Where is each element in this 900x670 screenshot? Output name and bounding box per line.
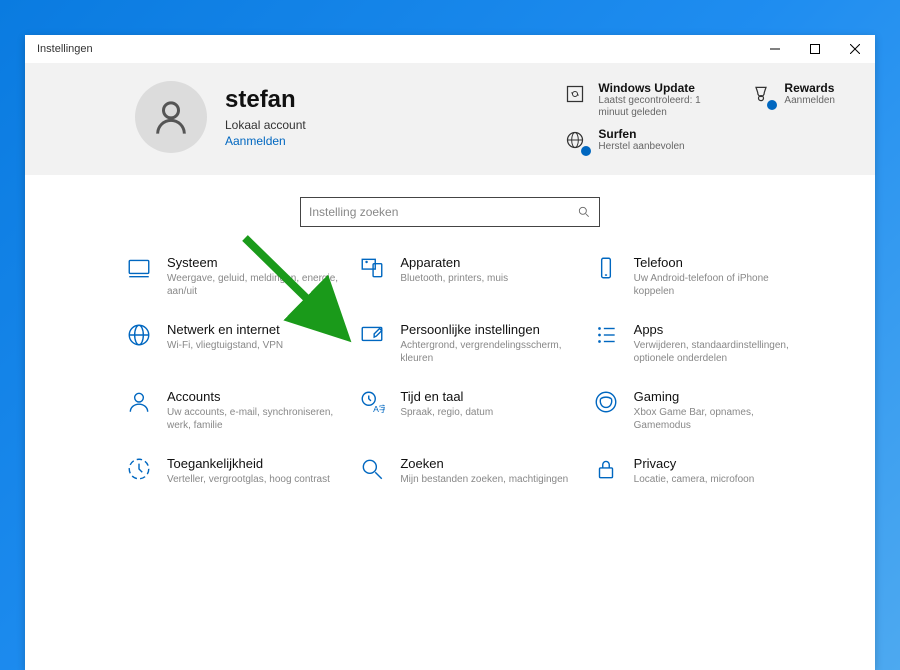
- notification-dot: [767, 100, 777, 110]
- category-desc: Verteller, vergrootglas, hoog contrast: [167, 473, 330, 486]
- minimize-button[interactable]: [755, 35, 795, 63]
- category-title: Systeem: [167, 255, 345, 270]
- apps-icon: [592, 322, 620, 365]
- category-desc: Xbox Game Bar, opnames, Gamemodus: [634, 406, 812, 432]
- category-desc: Mijn bestanden zoeken, machtigingen: [400, 473, 568, 486]
- category-apparaten[interactable]: Apparaten Bluetooth, printers, muis: [358, 255, 578, 298]
- window-controls: [755, 35, 875, 63]
- avatar: [135, 81, 207, 153]
- network-icon: [125, 322, 153, 365]
- phone-icon: [592, 255, 620, 298]
- category-netwerk[interactable]: Netwerk en internet Wi-Fi, vliegtuigstand…: [125, 322, 345, 365]
- category-apps[interactable]: Apps Verwijderen, standaardinstellingen, …: [592, 322, 812, 365]
- category-tijd-en-taal[interactable]: A字 Tijd en taal Spraak, regio, datum: [358, 389, 578, 432]
- categories-grid: Systeem Weergave, geluid, meldingen, ener…: [25, 235, 875, 486]
- category-title: Netwerk en internet: [167, 322, 283, 337]
- category-title: Zoeken: [400, 456, 568, 471]
- search-category-icon: [358, 456, 386, 486]
- accounts-icon: [125, 389, 153, 432]
- category-title: Gaming: [634, 389, 812, 404]
- category-title: Privacy: [634, 456, 755, 471]
- category-title: Apparaten: [400, 255, 508, 270]
- category-telefoon[interactable]: Telefoon Uw Android-telefoon of iPhone ko…: [592, 255, 812, 298]
- user-block: stefan Lokaal account Aanmelden: [135, 81, 306, 153]
- category-title: Accounts: [167, 389, 345, 404]
- tile-windows-update[interactable]: Windows Update Laatst gecontroleerd: 1 m…: [562, 81, 718, 119]
- system-icon: [125, 255, 153, 298]
- notification-dot: [581, 146, 591, 156]
- titlebar: Instellingen: [25, 35, 875, 63]
- category-zoeken[interactable]: Zoeken Mijn bestanden zoeken, machtiginge…: [358, 456, 578, 486]
- category-title: Telefoon: [634, 255, 812, 270]
- category-privacy[interactable]: Privacy Locatie, camera, microfoon: [592, 456, 812, 486]
- user-text: stefan Lokaal account Aanmelden: [225, 86, 306, 148]
- lock-icon: [592, 456, 620, 486]
- category-persoonlijke-instellingen[interactable]: Persoonlijke instellingen Achtergrond, ve…: [358, 322, 578, 365]
- tile-desc: Aanmelden: [784, 95, 835, 107]
- category-desc: Spraak, regio, datum: [400, 406, 493, 419]
- category-desc: Wi-Fi, vliegtuigstand, VPN: [167, 339, 283, 352]
- category-title: Toegankelijkheid: [167, 456, 330, 471]
- category-title: Tijd en taal: [400, 389, 493, 404]
- category-title: Apps: [634, 322, 812, 337]
- category-desc: Uw accounts, e-mail, synchroniseren, wer…: [167, 406, 345, 432]
- maximize-button[interactable]: [795, 35, 835, 63]
- close-button[interactable]: [835, 35, 875, 63]
- search-wrap: Instelling zoeken: [25, 175, 875, 235]
- tile-rewards[interactable]: Rewards Aanmelden: [748, 81, 835, 119]
- search-placeholder: Instelling zoeken: [309, 205, 577, 219]
- accessibility-icon: [125, 456, 153, 486]
- category-accounts[interactable]: Accounts Uw accounts, e-mail, synchronise…: [125, 389, 345, 432]
- category-systeem[interactable]: Systeem Weergave, geluid, meldingen, ener…: [125, 255, 345, 298]
- tile-title: Windows Update: [598, 81, 718, 95]
- sign-in-link[interactable]: Aanmelden: [225, 134, 306, 148]
- account-type: Lokaal account: [225, 118, 306, 132]
- category-desc: Uw Android-telefoon of iPhone koppelen: [634, 272, 812, 298]
- category-desc: Weergave, geluid, meldingen, energie, aa…: [167, 272, 345, 298]
- user-name: stefan: [225, 86, 306, 114]
- category-title: Persoonlijke instellingen: [400, 322, 578, 337]
- category-desc: Bluetooth, printers, muis: [400, 272, 508, 285]
- category-toegankelijkheid[interactable]: Toegankelijkheid Verteller, vergrootglas,…: [125, 456, 345, 486]
- search-input[interactable]: Instelling zoeken: [300, 197, 600, 227]
- rewards-icon: [748, 81, 774, 107]
- tile-surfen[interactable]: Surfen Herstel aanbevolen: [562, 127, 718, 153]
- globe-icon: [562, 127, 588, 153]
- svg-text:A字: A字: [373, 403, 385, 414]
- sync-icon: [562, 81, 588, 107]
- tile-title: Rewards: [784, 81, 835, 95]
- search-icon: [577, 205, 591, 219]
- user-icon: [151, 97, 191, 137]
- category-desc: Locatie, camera, microfoon: [634, 473, 755, 486]
- gaming-icon: [592, 389, 620, 432]
- settings-window: Instellingen stefan Lokaal account Aanme…: [25, 35, 875, 670]
- header-tiles: Windows Update Laatst gecontroleerd: 1 m…: [562, 81, 835, 153]
- category-gaming[interactable]: Gaming Xbox Game Bar, opnames, Gamemodus: [592, 389, 812, 432]
- window-title: Instellingen: [37, 43, 93, 55]
- tile-desc: Laatst gecontroleerd: 1 minuut geleden: [598, 95, 718, 119]
- category-desc: Achtergrond, vergrendelingsscherm, kleur…: [400, 339, 578, 365]
- tile-desc: Herstel aanbevolen: [598, 141, 684, 153]
- category-desc: Verwijderen, standaardinstellingen, opti…: [634, 339, 812, 365]
- time-language-icon: A字: [358, 389, 386, 432]
- header: stefan Lokaal account Aanmelden Windows …: [25, 63, 875, 175]
- personalization-icon: [358, 322, 386, 365]
- tile-title: Surfen: [598, 127, 684, 141]
- devices-icon: [358, 255, 386, 298]
